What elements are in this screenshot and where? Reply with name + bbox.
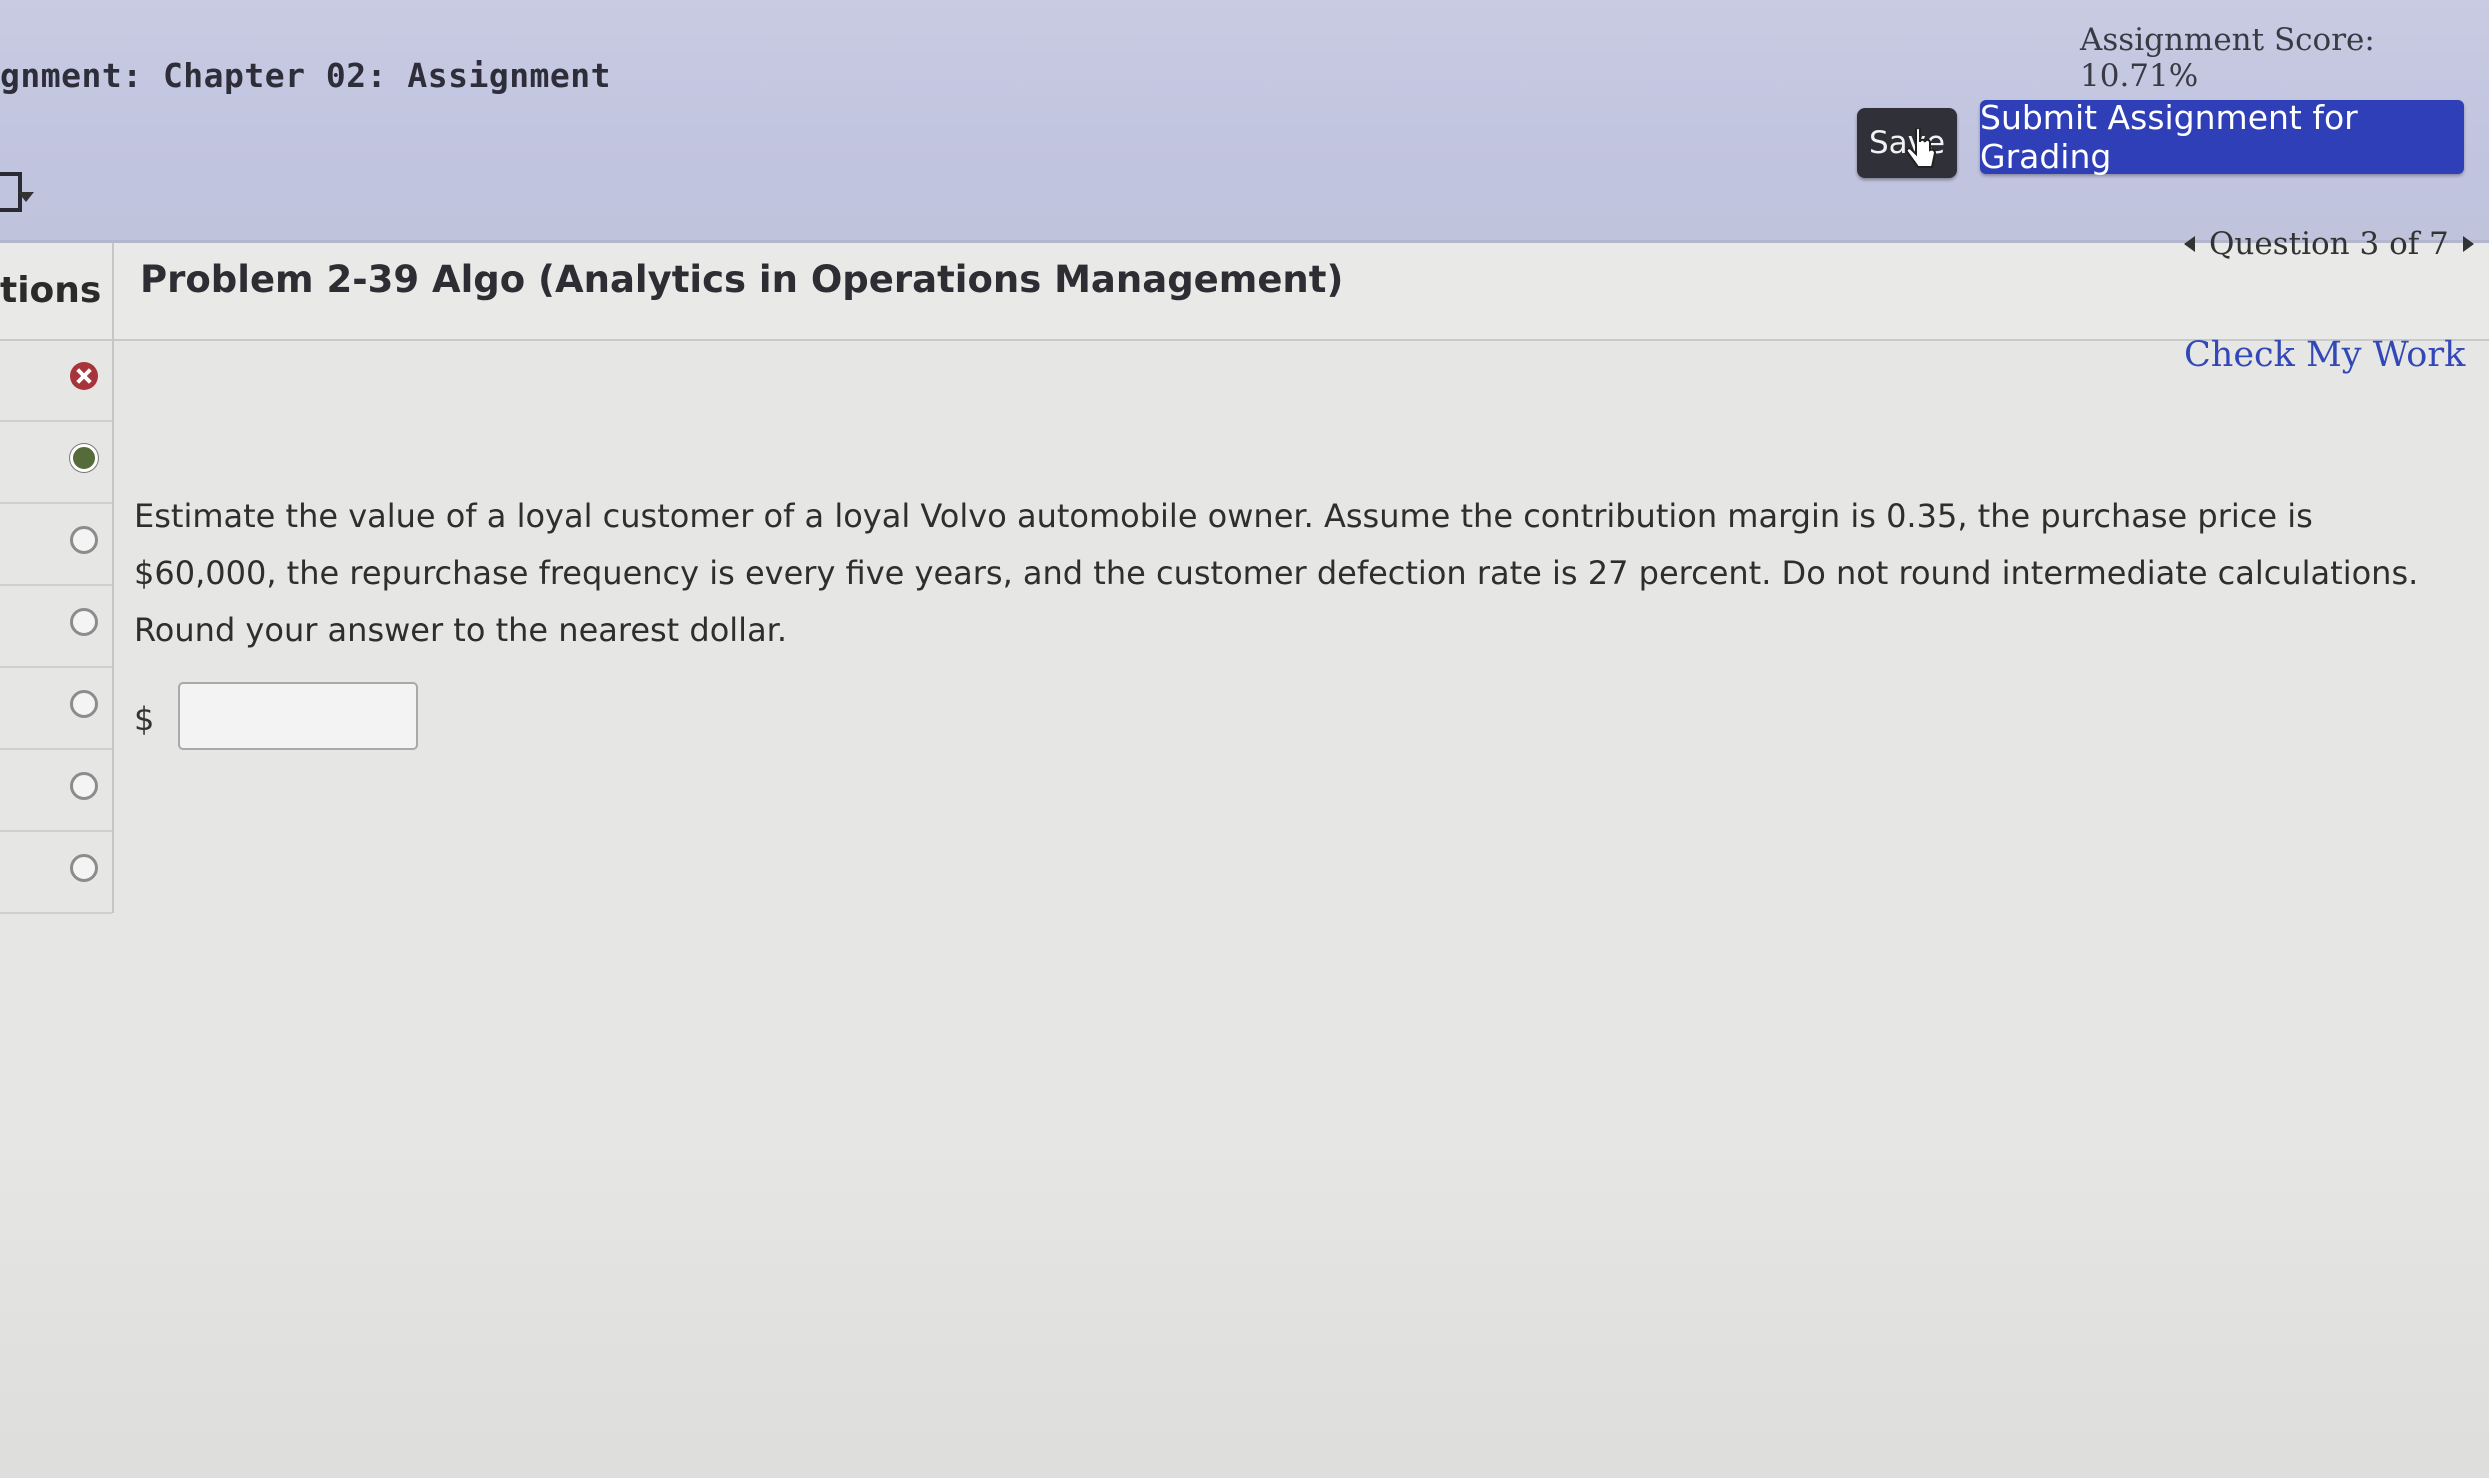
- next-question-icon[interactable]: [2462, 236, 2474, 252]
- previous-question-icon[interactable]: [2184, 236, 2195, 252]
- divider: [112, 243, 114, 913]
- submit-assignment-button[interactable]: Submit Assignment for Grading: [1980, 98, 2464, 176]
- question-list-item[interactable]: [0, 504, 112, 586]
- questions-tab[interactable]: tions: [0, 270, 110, 311]
- incorrect-icon: [70, 362, 98, 390]
- background-shade: [0, 1130, 2489, 1478]
- unanswered-circle-icon: [70, 772, 98, 800]
- check-my-work-link[interactable]: Check My Work: [2184, 335, 2465, 375]
- assignment-title: gnment: Chapter 02: Assignment: [0, 56, 612, 95]
- assignment-score: Assignment Score: 10.71%: [2080, 22, 2375, 94]
- currency-symbol: $: [134, 700, 155, 738]
- unanswered-circle-icon: [70, 526, 98, 554]
- question-list-item[interactable]: [0, 750, 112, 832]
- unanswered-circle-icon: [70, 608, 98, 636]
- question-navigator: Question 3 of 7: [2184, 226, 2474, 262]
- hand-cursor-icon: [1906, 128, 1936, 168]
- problem-title: Problem 2-39 Algo (Analytics in Operatio…: [140, 258, 1344, 301]
- chevron-down-icon[interactable]: [18, 192, 34, 202]
- question-list: [0, 340, 112, 914]
- question-list-item[interactable]: [0, 832, 112, 914]
- partial-credit-icon: [70, 444, 98, 472]
- unanswered-circle-icon: [70, 854, 98, 882]
- question-list-item[interactable]: [0, 340, 112, 422]
- unanswered-circle-icon: [70, 690, 98, 718]
- question-list-item[interactable]: [0, 668, 112, 750]
- question-list-item[interactable]: [0, 586, 112, 668]
- question-nav-label: Question 3 of 7: [2209, 226, 2449, 262]
- question-list-item[interactable]: [0, 422, 112, 504]
- answer-input[interactable]: [178, 682, 418, 750]
- question-text: Estimate the value of a loyal customer o…: [134, 497, 2419, 649]
